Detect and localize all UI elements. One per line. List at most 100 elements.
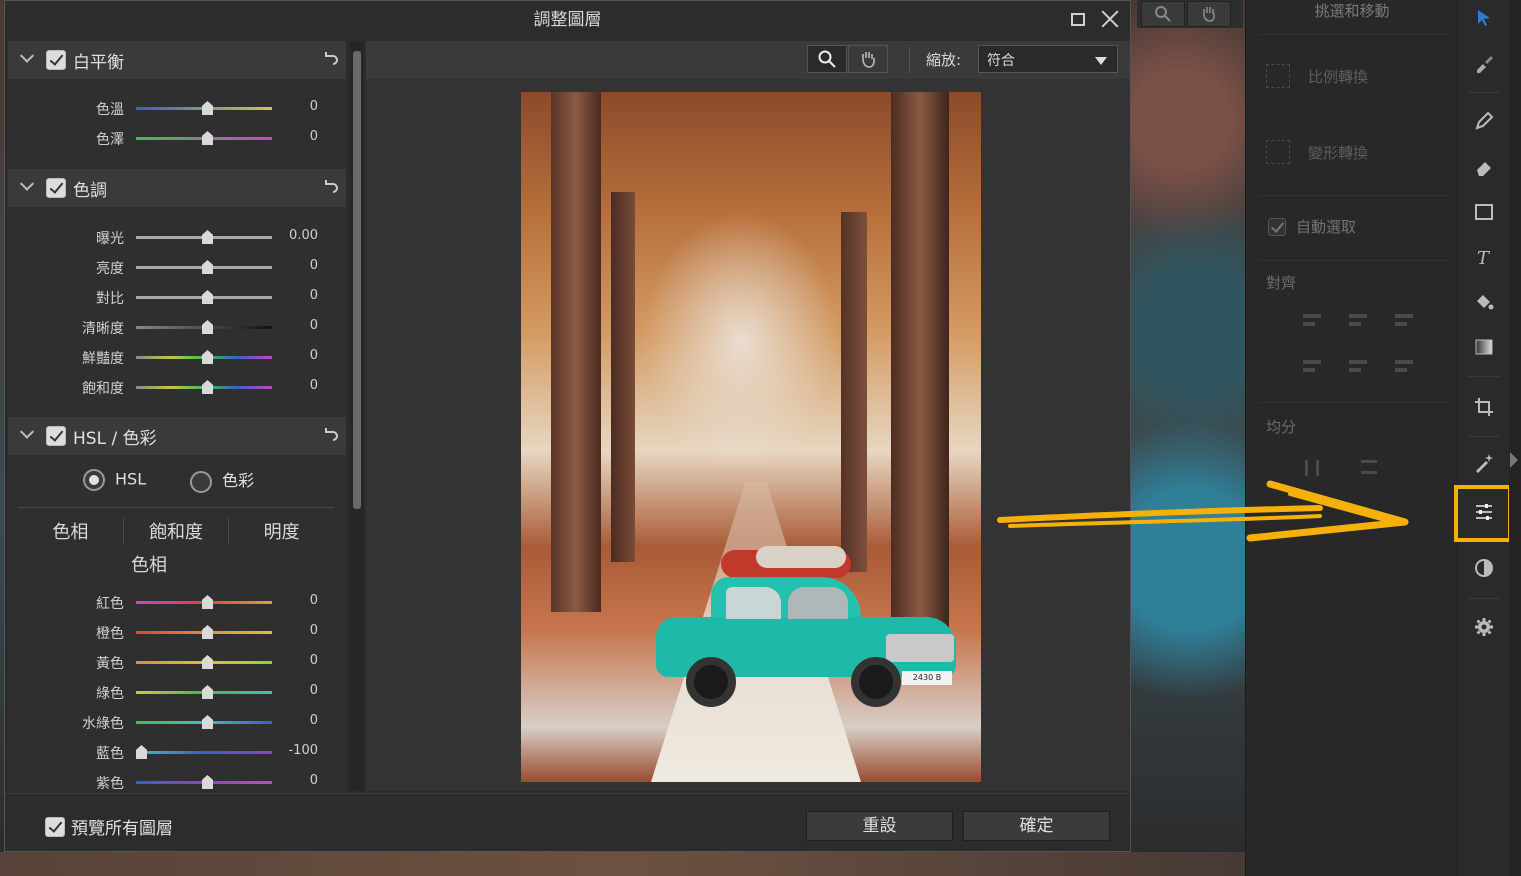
image-tree [551, 92, 601, 612]
slider-label: 飽和度 [82, 381, 124, 397]
slider-thumb[interactable] [202, 595, 213, 609]
slider-thumb[interactable] [202, 625, 213, 639]
car-wheel [851, 657, 901, 707]
slider-value: 0 [309, 713, 318, 728]
expand-panel-icon[interactable] [1510, 452, 1518, 468]
auto-select-checkbox[interactable]: 自動選取 [1268, 216, 1356, 237]
ok-button[interactable]: 確定 [963, 811, 1110, 841]
tab-lightness[interactable]: 明度 [229, 518, 334, 544]
hsl-mode-radio-group: HSL 色彩 [83, 467, 254, 493]
rectangle-icon [1475, 204, 1493, 220]
hand-tool-button[interactable] [848, 45, 888, 73]
chevron-down-icon[interactable] [19, 176, 35, 191]
zoom-dropdown[interactable]: 符合 [978, 45, 1118, 73]
slider-thumb[interactable] [202, 230, 213, 244]
scrollbar-thumb[interactable] [353, 51, 361, 509]
white-balance-checkbox[interactable] [46, 50, 66, 70]
tab-hue[interactable]: 色相 [18, 518, 124, 544]
zoom-tool-button[interactable] [1141, 1, 1185, 27]
slider-value: 0 [309, 288, 318, 303]
blue-slider[interactable] [136, 751, 272, 754]
align-left-icon[interactable] [1301, 308, 1325, 332]
pen-tool[interactable] [1469, 106, 1499, 136]
clarity-row: 清晰度 0 [8, 312, 346, 342]
slider-thumb[interactable] [202, 715, 213, 729]
slider-thumb[interactable] [202, 290, 213, 304]
blue-row: 藍色 -100 [8, 737, 346, 767]
slider-thumb[interactable] [202, 775, 213, 789]
proportional-transform-button[interactable]: 比例轉換 [1266, 52, 1451, 100]
color-radio[interactable]: 色彩 [190, 467, 254, 493]
align-top-icon[interactable] [1301, 354, 1325, 378]
hsl-radio[interactable]: HSL [83, 468, 147, 491]
chevron-down-icon[interactable] [19, 48, 35, 63]
preview-all-layers-checkbox[interactable]: 預覽所有圖層 [45, 814, 173, 839]
brush-select-tool[interactable] [1469, 48, 1499, 78]
text-tool[interactable]: T [1469, 242, 1499, 272]
magic-tool[interactable] [1469, 448, 1499, 478]
deform-transform-button[interactable]: 變形轉換 [1266, 128, 1451, 176]
magnifier-icon [1155, 6, 1171, 22]
align-center-icon[interactable] [1347, 308, 1371, 332]
reset-section-icon[interactable] [322, 178, 340, 196]
slider-value: 0 [309, 593, 318, 608]
background-canvas-strip [0, 852, 1245, 876]
canvas-tool-strip [1137, 0, 1243, 28]
green-row: 綠色 0 [8, 677, 346, 707]
slider-label: 色澤 [96, 132, 124, 148]
divider [909, 47, 910, 73]
tone-header[interactable]: 色調 [8, 169, 346, 207]
divider [1468, 92, 1500, 93]
slider-value: 0 [309, 129, 318, 144]
select-move-tool[interactable] [1469, 3, 1499, 33]
hsl-checkbox[interactable] [46, 426, 66, 446]
divider [1468, 436, 1500, 437]
deform-transform-label: 變形轉換 [1308, 143, 1369, 162]
slider-thumb[interactable] [136, 745, 147, 759]
align-middle-icon[interactable] [1347, 354, 1371, 378]
reset-section-icon[interactable] [322, 50, 340, 68]
settings-tool[interactable] [1469, 612, 1499, 642]
tint-row: 色澤 0 [8, 123, 346, 153]
color-tool[interactable] [1469, 553, 1499, 583]
hsl-radio-label: HSL [115, 469, 147, 489]
gradient-tool[interactable] [1469, 332, 1499, 362]
tab-saturation[interactable]: 飽和度 [124, 518, 230, 544]
slider-thumb[interactable] [202, 380, 213, 394]
white-balance-header[interactable]: 白平衡 [8, 41, 346, 79]
tone-checkbox[interactable] [46, 178, 66, 198]
gear-icon [1475, 618, 1493, 636]
maximize-icon[interactable] [1071, 13, 1085, 26]
shape-tool[interactable] [1469, 197, 1499, 227]
crop-tool[interactable] [1469, 392, 1499, 422]
fill-tool[interactable] [1469, 287, 1499, 317]
slider-thumb[interactable] [202, 320, 213, 334]
slider-label: 鮮豔度 [82, 351, 124, 367]
reset-section-icon[interactable] [322, 426, 340, 444]
reset-button[interactable]: 重設 [806, 811, 953, 841]
slider-thumb[interactable] [202, 685, 213, 699]
slider-thumb[interactable] [202, 655, 213, 669]
hand-tool-button[interactable] [1187, 1, 1231, 27]
zoom-tool-button[interactable] [807, 45, 847, 73]
slider-value: -100 [288, 743, 318, 758]
chevron-down-icon[interactable] [19, 424, 35, 439]
align-bottom-icon[interactable] [1393, 354, 1417, 378]
slider-label: 水綠色 [82, 716, 124, 732]
slider-thumb[interactable] [202, 260, 213, 274]
slider-thumb[interactable] [202, 101, 213, 115]
eraser-tool[interactable] [1469, 152, 1499, 182]
slider-label: 黃色 [96, 656, 124, 672]
slider-thumb[interactable] [202, 131, 213, 145]
slider-thumb[interactable] [202, 350, 213, 364]
align-right-icon[interactable] [1393, 308, 1417, 332]
slider-label: 色溫 [96, 102, 124, 118]
image-fog [641, 212, 841, 472]
hsl-tabs: 色相 飽和度 明度 [18, 507, 334, 544]
close-icon[interactable] [1101, 10, 1119, 28]
hsl-header[interactable]: HSL / 色彩 [8, 417, 346, 455]
pencil-icon [1475, 111, 1494, 130]
car-plate: 2430 B [902, 671, 952, 685]
radio-icon [190, 470, 213, 493]
panel-edge [1509, 0, 1521, 876]
